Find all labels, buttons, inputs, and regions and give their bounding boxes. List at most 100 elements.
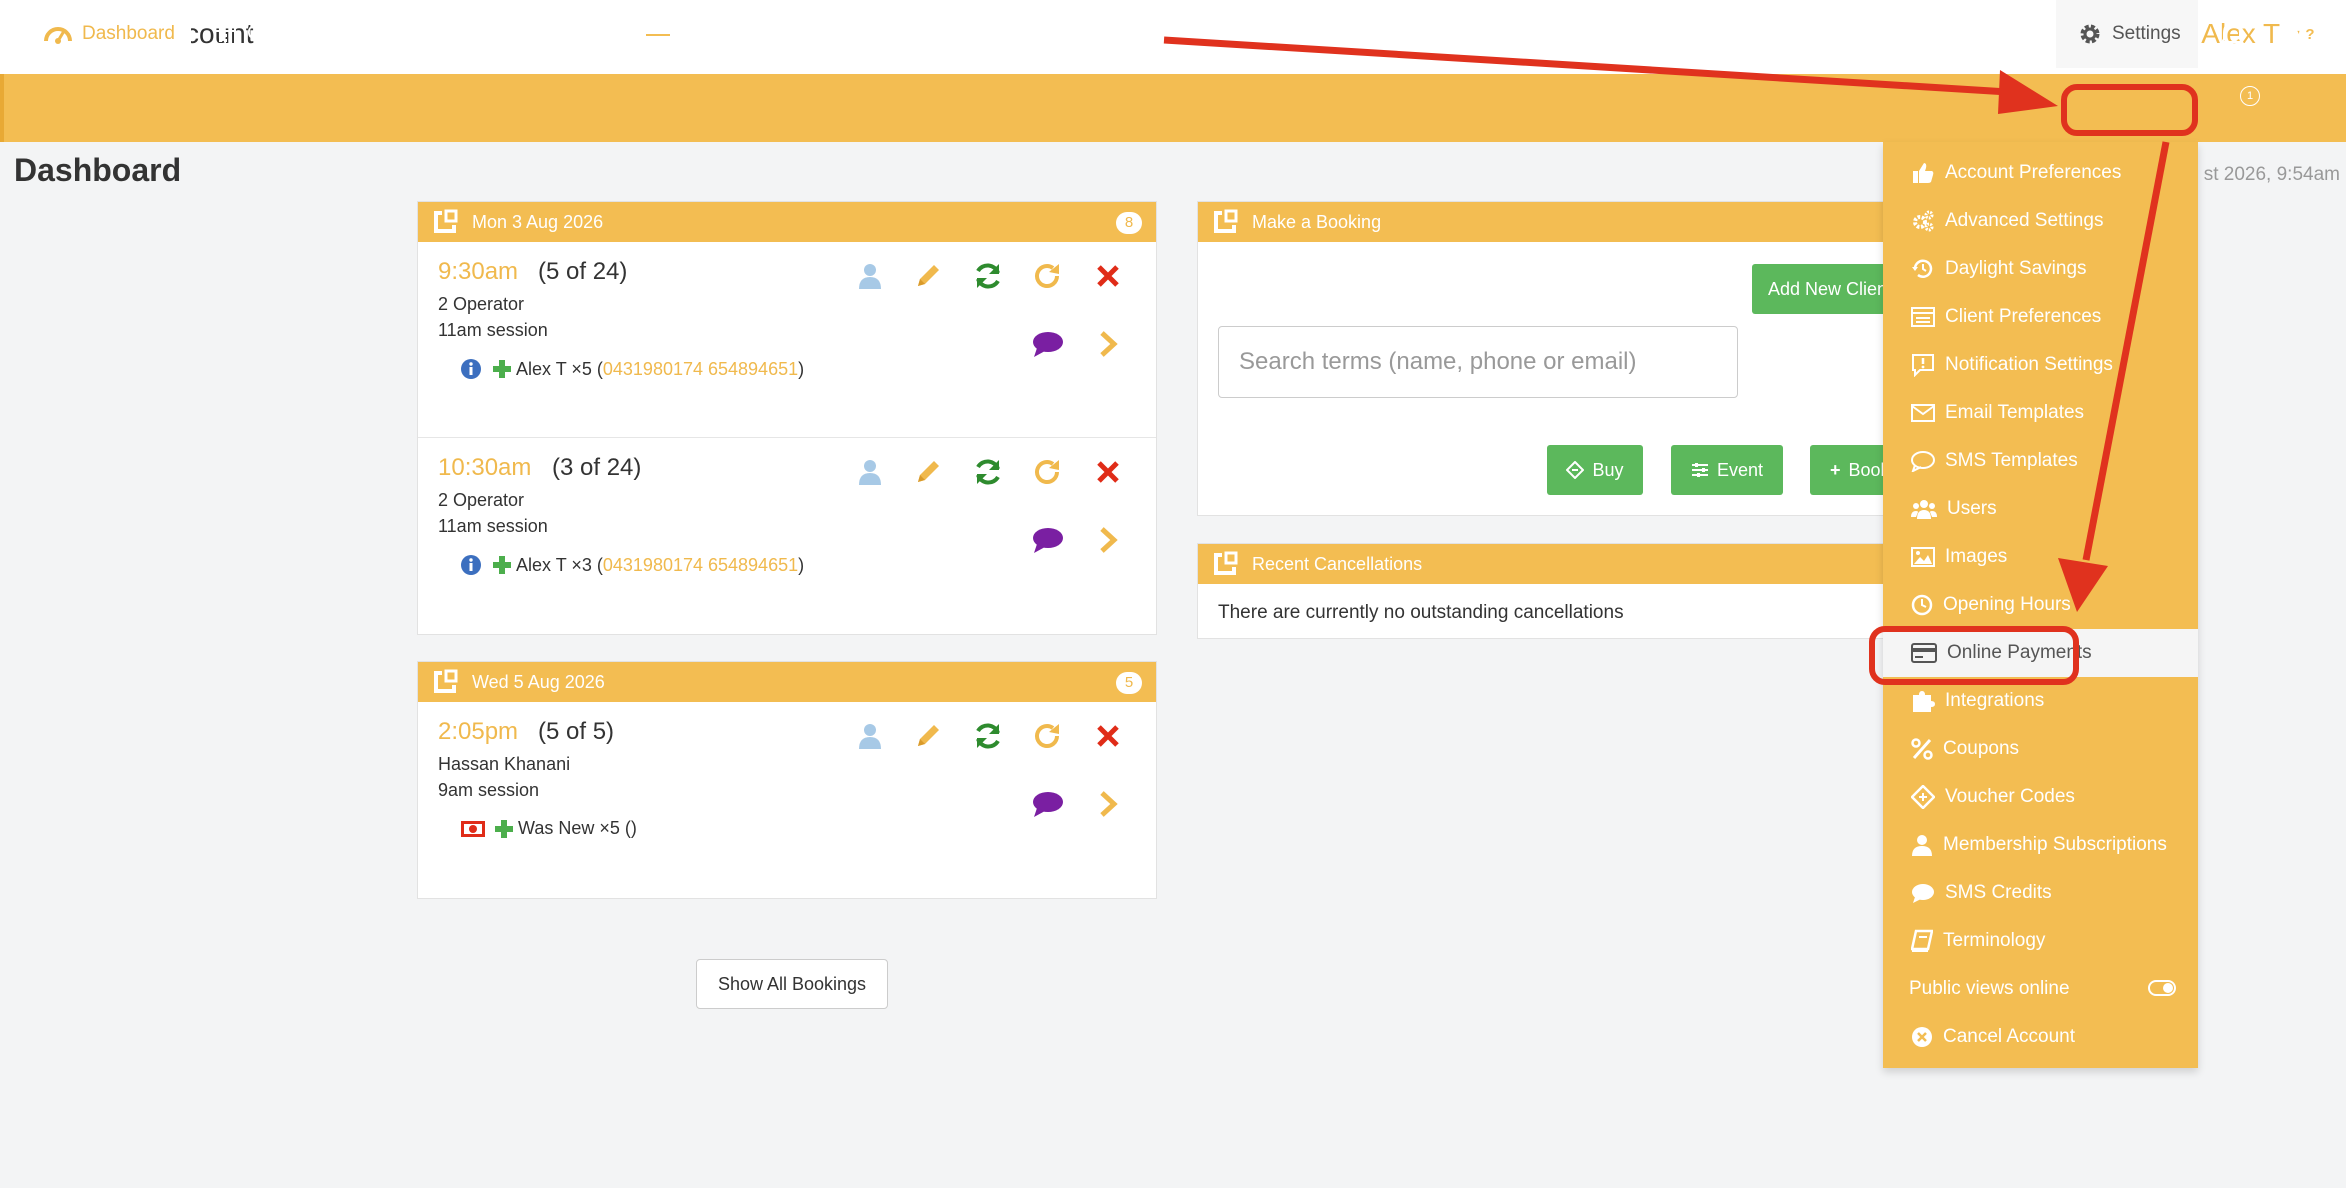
open-booking-button[interactable] bbox=[1092, 788, 1124, 820]
menu-client-preferences[interactable]: Client Preferences bbox=[1883, 293, 2198, 341]
assign-user-button[interactable] bbox=[854, 720, 886, 752]
booking-operator: Hassan Khanani bbox=[438, 754, 571, 774]
repeat-booking-button[interactable] bbox=[1032, 260, 1064, 292]
edit-booking-button[interactable] bbox=[912, 720, 944, 752]
menu-notification-settings[interactable]: Notification Settings bbox=[1883, 341, 2198, 389]
booking-session: 11am session bbox=[438, 320, 548, 340]
chevron-right-icon bbox=[1100, 331, 1118, 357]
message-button[interactable] bbox=[1032, 788, 1064, 820]
address-card-icon bbox=[364, 24, 392, 44]
list-icon bbox=[1911, 307, 1935, 327]
nav-clients[interactable]: Clients bbox=[364, 0, 460, 68]
booking-row[interactable]: 9:30am (5 of 24) 2 Operator 11am session… bbox=[418, 242, 1156, 438]
booking-row[interactable]: 10:30am (3 of 24) 2 Operator 11am sessio… bbox=[418, 438, 1156, 634]
buy-button-label: Buy bbox=[1592, 459, 1624, 480]
nav-settings-label: Settings bbox=[2112, 23, 2181, 44]
book-button[interactable]: + Book bbox=[1810, 445, 1894, 495]
day-date: Mon 3 Aug 2026 bbox=[472, 211, 604, 232]
nav-dashboard-label: Dashboard bbox=[82, 23, 175, 44]
pencil-icon bbox=[918, 461, 939, 482]
booking-row[interactable]: 2:05pm (5 of 5) Hassan Khanani 9am sessi… bbox=[418, 702, 1156, 898]
repeat-booking-button[interactable] bbox=[1032, 720, 1064, 752]
menu-sms-credits[interactable]: SMS Credits bbox=[1883, 869, 2198, 917]
client-phone[interactable]: 0431980174 654894651 bbox=[603, 555, 798, 576]
buy-button[interactable]: Buy bbox=[1547, 445, 1643, 495]
comment-icon bbox=[1911, 451, 1935, 472]
assign-user-button[interactable] bbox=[854, 456, 886, 488]
menu-daylight-savings[interactable]: Daylight Savings bbox=[1883, 245, 2198, 293]
question-circle-icon: ? bbox=[2299, 23, 2321, 45]
panel-corner-icon bbox=[1214, 551, 1238, 575]
client-search-input[interactable] bbox=[1219, 327, 1737, 397]
client-search-box[interactable] bbox=[1218, 326, 1738, 398]
user-icon bbox=[1912, 835, 1932, 856]
pencil-icon bbox=[918, 725, 939, 746]
menu-item-label: Coupons bbox=[1943, 738, 2020, 759]
comment-icon bbox=[1033, 332, 1063, 357]
menu-advanced-settings[interactable]: Advanced Settings bbox=[1883, 197, 2198, 245]
plus-icon: + bbox=[1830, 459, 1841, 480]
menu-terminology[interactable]: Terminology bbox=[1883, 917, 2198, 965]
plus-icon[interactable] bbox=[494, 819, 514, 839]
money-bill-icon[interactable] bbox=[460, 819, 486, 839]
booking-time[interactable]: 10:30am bbox=[438, 454, 531, 482]
client-phone[interactable]: 0431980174 654894651 bbox=[603, 359, 798, 380]
cogs-icon bbox=[1913, 210, 1934, 232]
plus-icon[interactable] bbox=[492, 555, 512, 575]
settings-dropdown: Account Preferences Advanced Settings Da… bbox=[1883, 142, 2198, 1068]
booking-operator: 2 Operator bbox=[438, 490, 525, 510]
nav-dashboard[interactable]: Dashboard bbox=[24, 0, 191, 68]
client-suffix: ) bbox=[798, 554, 805, 575]
booking-time[interactable]: 2:05pm bbox=[438, 718, 518, 746]
info-circle-icon[interactable] bbox=[460, 554, 482, 576]
nav-configuration[interactable]: Configuration bbox=[1886, 0, 2058, 68]
repeat-booking-button[interactable] bbox=[1032, 456, 1064, 488]
menu-cancel-account[interactable]: Cancel Account bbox=[1883, 1013, 2198, 1061]
user-icon bbox=[859, 724, 881, 749]
booking-capacity: (3 of 24) bbox=[552, 454, 642, 481]
day-panel-header: Wed 5 Aug 2026 5 bbox=[418, 662, 1156, 702]
notifications-button[interactable] bbox=[2220, 0, 2254, 68]
plus-icon[interactable] bbox=[492, 359, 512, 379]
menu-account-preferences[interactable]: Account Preferences bbox=[1883, 149, 2198, 197]
menu-voucher-codes[interactable]: Voucher Codes bbox=[1883, 773, 2198, 821]
user-menu[interactable]: Alex T▼ bbox=[2201, 18, 2310, 50]
refresh-booking-button[interactable] bbox=[972, 720, 1004, 752]
menu-item-label: Email Templates bbox=[1945, 402, 2085, 423]
booking-time[interactable]: 9:30am bbox=[438, 258, 518, 286]
edit-booking-button[interactable] bbox=[912, 260, 944, 292]
menu-membership-subscriptions[interactable]: Membership Subscriptions bbox=[1883, 821, 2198, 869]
nav-settings[interactable]: Settings bbox=[2056, 0, 2198, 68]
menu-images[interactable]: Images bbox=[1883, 533, 2198, 581]
message-button[interactable] bbox=[1032, 524, 1064, 556]
nav-configuration-label: Configuration bbox=[1920, 23, 2034, 44]
cancel-booking-button[interactable] bbox=[1092, 720, 1124, 752]
menu-email-templates[interactable]: Email Templates bbox=[1883, 389, 2198, 437]
menu-coupons[interactable]: Coupons bbox=[1883, 725, 2198, 773]
menu-sms-templates[interactable]: SMS Templates bbox=[1883, 437, 2198, 485]
show-all-bookings-button[interactable]: Show All Bookings bbox=[696, 959, 888, 1009]
cancel-booking-button[interactable] bbox=[1092, 456, 1124, 488]
edit-booking-button[interactable] bbox=[912, 456, 944, 488]
menu-users[interactable]: Users bbox=[1883, 485, 2198, 533]
event-button[interactable]: Event bbox=[1671, 445, 1783, 495]
svg-text:?: ? bbox=[2305, 26, 2314, 43]
public-views-toggle[interactable] bbox=[2148, 980, 2176, 996]
assign-user-button[interactable] bbox=[854, 260, 886, 292]
close-icon bbox=[1097, 461, 1119, 483]
menu-opening-hours[interactable]: Opening Hours bbox=[1883, 581, 2198, 629]
nav-view[interactable]: View bbox=[766, 0, 843, 68]
nav-tools[interactable]: Tools bbox=[644, 0, 726, 68]
nav-reports[interactable]: Reports bbox=[500, 0, 605, 68]
add-new-client-button[interactable]: Add New Client bbox=[1752, 264, 1892, 314]
message-button[interactable] bbox=[1032, 328, 1064, 360]
nav-tools-label: Tools bbox=[682, 23, 727, 44]
refresh-booking-button[interactable] bbox=[972, 260, 1004, 292]
cancel-booking-button[interactable] bbox=[1092, 260, 1124, 292]
open-booking-button[interactable] bbox=[1092, 524, 1124, 556]
help-button[interactable]: ? bbox=[2298, 0, 2332, 68]
info-circle-icon[interactable] bbox=[460, 358, 482, 380]
open-booking-button[interactable] bbox=[1092, 328, 1124, 360]
refresh-booking-button[interactable] bbox=[972, 456, 1004, 488]
nav-calendar[interactable]: Calendar bbox=[213, 0, 324, 68]
